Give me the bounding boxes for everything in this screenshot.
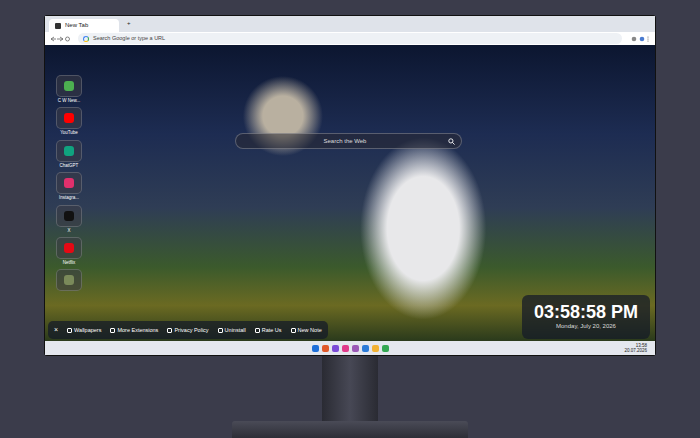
promo-stage: New Tab + Search Google or type a URL C … <box>0 0 700 438</box>
omnibox[interactable]: Search Google or type a URL <box>78 33 622 43</box>
taskbar-app-icon[interactable] <box>322 345 329 352</box>
shortcut-label: C W New... <box>58 98 81 103</box>
profile-menu-icon[interactable] <box>630 36 650 42</box>
taskbar-app-icon[interactable] <box>332 345 339 352</box>
address-bar: Search Google or type a URL <box>45 32 655 45</box>
toolbar-item[interactable]: Uninstall <box>218 326 246 334</box>
taskbar-app-icon[interactable] <box>362 345 369 352</box>
shortcut-icon <box>64 275 74 285</box>
shortcut-tile[interactable]: X <box>55 205 83 233</box>
text-label: Wallpapers <box>74 326 101 334</box>
favicon-icon <box>55 23 61 29</box>
tab-bar: New Tab + <box>45 16 655 32</box>
toolbar-item[interactable]: More Extensions <box>110 326 158 334</box>
text-label: Rate Us <box>262 326 282 334</box>
shortcut-icon <box>64 178 74 188</box>
shortcut-box[interactable] <box>56 140 82 162</box>
monitor-base <box>232 421 468 438</box>
text-label: Uninstall <box>225 326 246 334</box>
shortcut-icon <box>64 211 74 221</box>
shortcut-tile[interactable]: ChatGPT <box>55 140 83 168</box>
clock-time: 03:58:58 PM <box>534 303 638 323</box>
text-label: More Extensions <box>117 326 158 334</box>
text-label: 13:58 <box>624 343 647 348</box>
shortcut-icon <box>64 113 74 123</box>
shortcut-icon <box>64 146 74 156</box>
search-icon[interactable] <box>448 138 455 145</box>
clock-date: Monday, July 20, 2026 <box>556 322 616 331</box>
toolbar-item-icon <box>218 328 223 333</box>
text-label: New Note <box>298 326 322 334</box>
shortcut-tile[interactable] <box>55 269 83 292</box>
shortcut-label: ChatGPT <box>60 163 79 168</box>
text-label: Privacy Policy <box>174 326 208 334</box>
shortcut-box[interactable] <box>56 107 82 129</box>
toolbar-item[interactable]: Rate Us <box>255 326 282 334</box>
shortcut-box[interactable] <box>56 269 82 291</box>
toolbar-item-icon <box>167 328 172 333</box>
taskbar-app-icon[interactable] <box>372 345 379 352</box>
google-icon <box>83 36 89 42</box>
toolbar-item-icon <box>67 328 72 333</box>
monitor-neck <box>322 356 378 421</box>
search-input[interactable] <box>242 136 448 147</box>
taskbar-apps <box>312 345 389 352</box>
taskbar-app-icon[interactable] <box>382 345 389 352</box>
wallpaper-photo: C W New... YouTube ChatGPT Instagra... X Netf… <box>45 45 655 341</box>
browser-tab[interactable]: New Tab <box>49 19 119 32</box>
shortcut-box[interactable] <box>56 75 82 97</box>
toolbar-item[interactable]: New Note <box>291 326 322 334</box>
shortcut-tile[interactable]: Netflix <box>55 237 83 265</box>
shortcut-icon <box>64 81 74 91</box>
text-label: 20.07.2026 <box>624 348 647 353</box>
taskbar: 13:58 20.07.2026 <box>45 341 655 355</box>
shortcut-label: Instagra... <box>59 195 79 200</box>
taskbar-clock: 13:58 20.07.2026 <box>624 343 647 353</box>
shortcut-sidebar: C W New... YouTube ChatGPT Instagra... X Netf… <box>55 75 83 292</box>
taskbar-app-icon[interactable] <box>352 345 359 352</box>
shortcut-tile[interactable]: YouTube <box>55 107 83 135</box>
new-tab-button[interactable]: + <box>127 19 131 28</box>
nav-arrows-icon[interactable] <box>50 36 70 42</box>
shortcut-box[interactable] <box>56 205 82 227</box>
text-label: New Tab <box>65 21 88 30</box>
toolbar-item-icon <box>255 328 260 333</box>
taskbar-app-icon[interactable] <box>312 345 319 352</box>
shortcut-label: YouTube <box>60 130 78 135</box>
text-label: Search Google or type a URL <box>93 34 165 42</box>
shortcut-tile[interactable]: C W New... <box>55 75 83 103</box>
bottom-toolbar: × Wallpapers More Extensions Privacy Polic… <box>48 321 328 339</box>
toolbar-item-icon <box>110 328 115 333</box>
shortcut-tile[interactable]: Instagra... <box>55 172 83 200</box>
close-button[interactable]: × <box>54 325 58 336</box>
shortcut-label: Netflix <box>63 260 76 265</box>
shortcut-label: X <box>67 228 70 233</box>
shortcut-icon <box>64 243 74 253</box>
toolbar-item-icon <box>291 328 296 333</box>
monitor-screen: New Tab + Search Google or type a URL C … <box>44 15 656 356</box>
shortcut-box[interactable] <box>56 237 82 259</box>
search-box[interactable] <box>235 133 462 149</box>
clock-widget: 03:58:58 PM Monday, July 20, 2026 <box>522 295 650 339</box>
taskbar-app-icon[interactable] <box>342 345 349 352</box>
toolbar-item[interactable]: Privacy Policy <box>167 326 208 334</box>
toolbar-item[interactable]: Wallpapers <box>67 326 101 334</box>
shortcut-box[interactable] <box>56 172 82 194</box>
